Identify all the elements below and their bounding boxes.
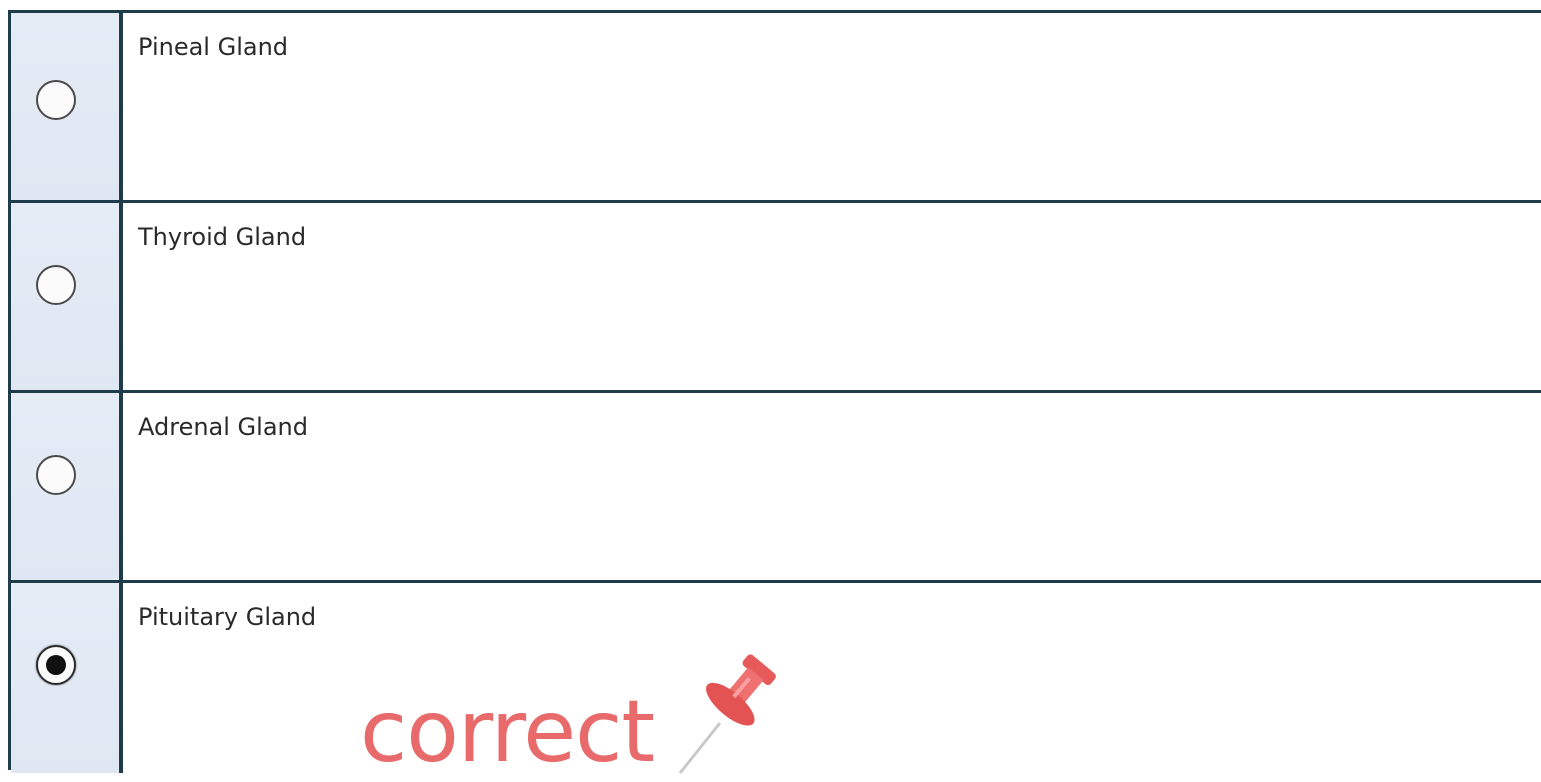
answer-label: Pineal Gland xyxy=(138,33,289,61)
radio-column xyxy=(11,13,123,200)
answer-label: Adrenal Gland xyxy=(138,413,308,441)
radio-column xyxy=(11,393,123,580)
answer-label: Pituitary Gland xyxy=(138,603,317,631)
radio-button-pituitary[interactable] xyxy=(36,645,76,685)
radio-button-pineal[interactable] xyxy=(36,80,76,120)
pushpin-icon xyxy=(678,654,777,774)
answer-label: Thyroid Gland xyxy=(138,223,307,251)
answer-label-cell[interactable]: Pineal Gland xyxy=(123,13,1541,200)
radio-button-thyroid[interactable] xyxy=(36,265,76,305)
radio-selected-dot xyxy=(46,655,66,675)
answer-option-pineal[interactable]: Pineal Gland xyxy=(11,13,1541,203)
feedback-text: correct xyxy=(360,682,655,782)
radio-column xyxy=(11,203,123,390)
answer-label-cell[interactable]: Pituitary Gland xyxy=(123,583,1541,773)
answer-label-cell[interactable]: Thyroid Gland xyxy=(123,203,1541,390)
answer-option-adrenal[interactable]: Adrenal Gland xyxy=(11,393,1541,583)
answer-label-cell[interactable]: Adrenal Gland xyxy=(123,393,1541,580)
answer-option-thyroid[interactable]: Thyroid Gland xyxy=(11,203,1541,393)
radio-column xyxy=(11,583,123,773)
radio-button-adrenal[interactable] xyxy=(36,455,76,495)
correct-feedback-stamp: correct xyxy=(360,635,798,775)
